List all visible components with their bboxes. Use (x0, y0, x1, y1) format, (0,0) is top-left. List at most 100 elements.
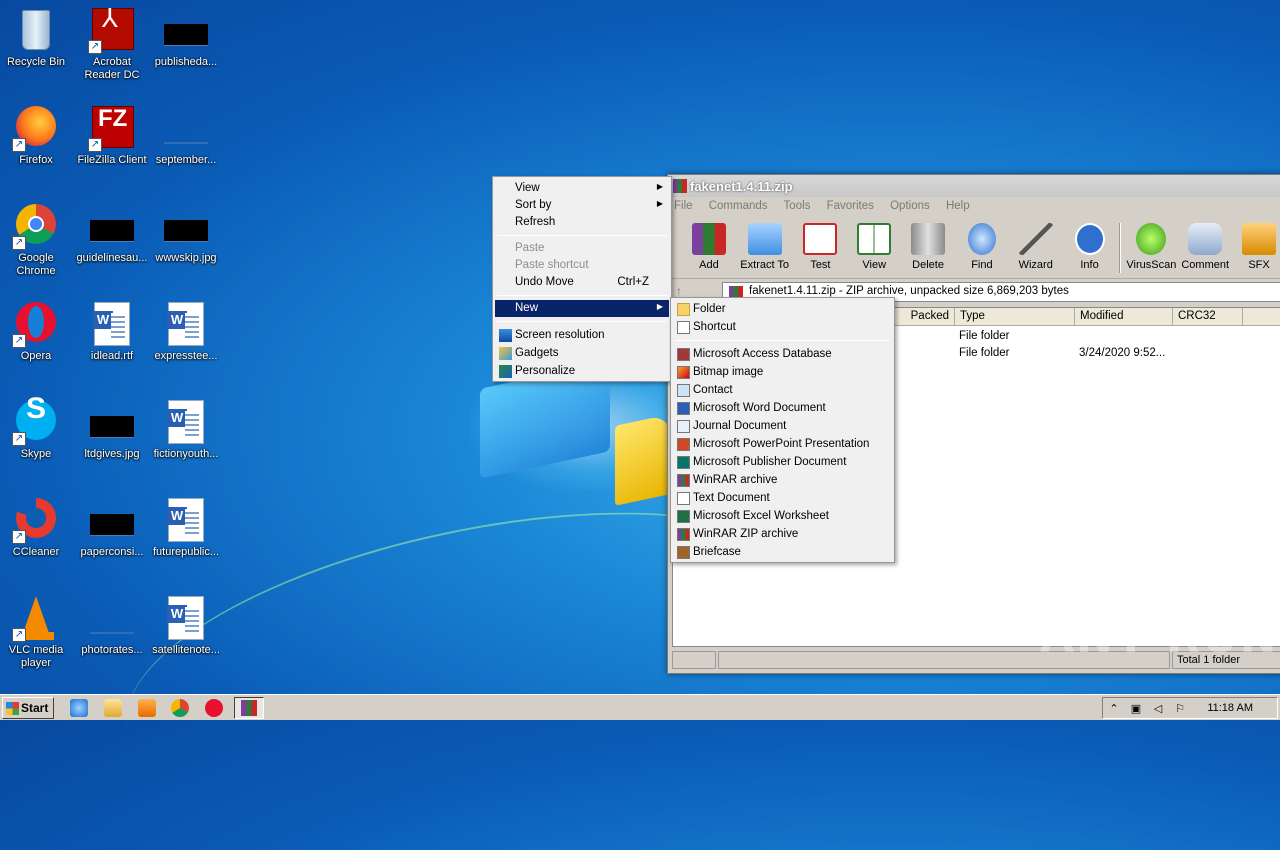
volume-icon[interactable]: ◁ (1151, 702, 1165, 716)
gadgets-icon (499, 347, 512, 360)
watermark: ANY RUN (1040, 612, 1279, 663)
menu-favorites[interactable]: Favorites (827, 200, 874, 212)
table-row[interactable]: File folder (959, 330, 1010, 342)
desktop-icon-vlc[interactable]: ↗ VLC media player (0, 594, 74, 670)
menu-commands[interactable]: Commands (709, 200, 768, 212)
chrome-taskbar-icon[interactable] (171, 699, 189, 717)
delete-button[interactable]: Delete (901, 217, 955, 278)
info-button[interactable]: Info (1063, 217, 1117, 278)
new-item-folder[interactable]: Folder (673, 301, 892, 318)
new-item-briefcase[interactable]: Briefcase (673, 544, 892, 561)
menu-item-sort-by[interactable]: Sort by ▶ (495, 197, 669, 214)
column-crc32[interactable]: CRC32 (1173, 308, 1243, 325)
access-icon (677, 348, 690, 361)
new-item-access-database[interactable]: Microsoft Access Database (673, 346, 892, 363)
virusscan-button[interactable]: VirusScan (1124, 217, 1178, 278)
opera-taskbar-icon[interactable] (205, 699, 223, 717)
desktop-icon-fictionyouth[interactable]: W fictionyouth... (148, 398, 224, 461)
opera-icon: ↗ (12, 300, 60, 348)
new-item-winrar-archive[interactable]: WinRAR archive (673, 472, 892, 489)
menu-item-screen-resolution[interactable]: Screen resolution (495, 327, 669, 344)
wallpaper-flag-yellow (615, 414, 670, 506)
menu-bar: File Commands Tools Favorites Options He… (668, 197, 1280, 217)
view-button[interactable]: View (847, 217, 901, 278)
menu-separator (497, 235, 667, 236)
wand-icon (1018, 223, 1053, 255)
desktop-icon-ltdgives[interactable]: ltdgives.jpg (74, 398, 150, 461)
new-item-shortcut[interactable]: Shortcut (673, 319, 892, 336)
internet-explorer-icon[interactable] (70, 699, 88, 717)
media-player-icon[interactable] (138, 699, 156, 717)
desktop-icon-google-chrome[interactable]: ↗ Google Chrome (0, 202, 74, 278)
menu-options[interactable]: Options (890, 200, 930, 212)
word-document-icon: W (162, 496, 210, 544)
sfx-button[interactable]: SFX (1232, 217, 1280, 278)
start-button[interactable]: Start (2, 697, 54, 719)
toolbar-separator (1119, 223, 1122, 273)
desktop-icon-filezilla[interactable]: FZ ↗ FileZilla Client (74, 104, 150, 167)
menu-separator (675, 340, 890, 341)
menu-help[interactable]: Help (946, 200, 970, 212)
desktop-icon-firefox[interactable]: ↗ Firefox (0, 104, 74, 167)
new-item-contact[interactable]: Contact (673, 382, 892, 399)
new-item-publisher[interactable]: Microsoft Publisher Document (673, 454, 892, 471)
personalize-icon (499, 365, 512, 378)
new-item-winrar-zip[interactable]: WinRAR ZIP archive (673, 526, 892, 543)
add-button[interactable]: Add (682, 217, 736, 278)
table-row[interactable]: File folder 3/24/2020 9:52... (959, 347, 1165, 359)
column-packed[interactable]: Packed (893, 308, 955, 325)
menu-item-refresh[interactable]: Refresh (495, 214, 669, 231)
new-item-text-document[interactable]: Text Document (673, 490, 892, 507)
desktop-icon-skype[interactable]: S ↗ Skype (0, 394, 74, 461)
folder-icon (747, 223, 782, 255)
desktop-icon-satellitenote[interactable]: W satellitenote... (148, 594, 224, 657)
submenu-arrow-icon: ▶ (656, 182, 663, 191)
show-hidden-icons-icon[interactable]: ⌃ (1107, 702, 1121, 716)
menu-item-paste-shortcut[interactable]: Paste shortcut (495, 257, 669, 274)
winrar-taskbar-button[interactable] (234, 697, 264, 719)
network-icon[interactable]: ▣ (1129, 702, 1143, 716)
menu-tools[interactable]: Tools (784, 200, 811, 212)
window-title-bar[interactable]: fakenet1.4.11.zip (668, 175, 1280, 197)
desktop-icon-idlead[interactable]: W idlead.rtf (74, 300, 150, 363)
desktop-icon-photorates[interactable]: photorates... (74, 594, 150, 657)
desktop-icon-paperconsi[interactable]: paperconsi... (74, 496, 150, 559)
menu-item-personalize[interactable]: Personalize (495, 363, 669, 380)
desktop-icon-expresstee[interactable]: W expresstee... (148, 300, 224, 363)
explorer-folder-icon[interactable] (104, 699, 122, 717)
wizard-button[interactable]: Wizard (1009, 217, 1063, 278)
taskbar: Start ⌃ ▣ ◁ ⚐ 11:18 AM (0, 694, 1280, 720)
new-item-excel-worksheet[interactable]: Microsoft Excel Worksheet (673, 508, 892, 525)
menu-item-view[interactable]: View ▶ (495, 180, 669, 197)
clock[interactable]: 11:18 AM (1207, 702, 1253, 714)
desktop-icon-wwwskip[interactable]: wwwskip.jpg (148, 202, 224, 265)
find-button[interactable]: Find (955, 217, 1009, 278)
desktop-icon-recycle-bin[interactable]: Recycle Bin (0, 6, 74, 69)
menu-item-paste[interactable]: Paste (495, 240, 669, 257)
add-icon (691, 223, 726, 255)
column-modified[interactable]: Modified (1075, 308, 1173, 325)
menu-item-gadgets[interactable]: Gadgets (495, 345, 669, 362)
desktop-icon-guidelinesau[interactable]: guidelinesau... (74, 202, 150, 265)
ccleaner-icon: ↗ (12, 496, 60, 544)
desktop-icon-september[interactable]: september... (148, 104, 224, 167)
new-item-word-document[interactable]: Microsoft Word Document (673, 400, 892, 417)
column-type[interactable]: Type (955, 308, 1075, 325)
menu-item-undo-move[interactable]: Undo Move Ctrl+Z (495, 274, 669, 291)
toolbar: Add Extract To Test View Delete Find Wiz… (668, 217, 1280, 279)
book-icon (857, 223, 892, 255)
menu-item-new[interactable]: New ▶ (495, 300, 669, 317)
extract-to-button[interactable]: Extract To (736, 217, 794, 278)
desktop-icon-publisheda[interactable]: publisheda... (148, 6, 224, 69)
action-center-flag-icon[interactable]: ⚐ (1173, 702, 1187, 716)
desktop-icon-ccleaner[interactable]: ↗ CCleaner (0, 496, 74, 559)
test-button[interactable]: Test (794, 217, 848, 278)
new-item-powerpoint[interactable]: Microsoft PowerPoint Presentation (673, 436, 892, 453)
menu-file[interactable]: File (674, 200, 693, 212)
desktop-icon-opera[interactable]: ↗ Opera (0, 300, 74, 363)
new-item-journal-document[interactable]: Journal Document (673, 418, 892, 435)
desktop-icon-acrobat[interactable]: ⅄ ↗ Acrobat Reader DC (74, 5, 150, 82)
new-item-bitmap-image[interactable]: Bitmap image (673, 364, 892, 381)
comment-button[interactable]: Comment (1178, 217, 1232, 278)
desktop-icon-futurepublic[interactable]: W futurepublic... (148, 496, 224, 559)
